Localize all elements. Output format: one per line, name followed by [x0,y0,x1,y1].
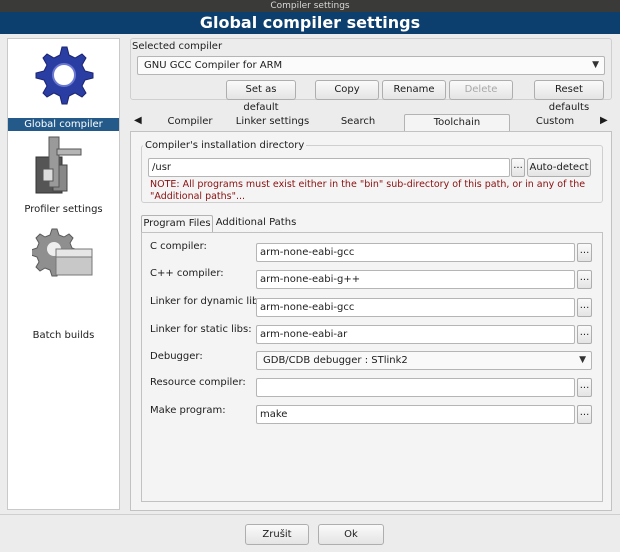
tab-compiler-settings[interactable]: Compiler settings [147,114,233,143]
rename-button[interactable]: Rename [382,80,446,100]
tab-toolchain-executables[interactable]: Toolchain executables [404,114,510,144]
tab-scroll-left-icon[interactable]: ◀ [134,115,142,126]
tab-linker-settings[interactable]: Linker settings [235,114,310,132]
linker-dynamic-input[interactable]: arm-none-eabi-gcc [256,298,575,317]
delete-button[interactable]: Delete [449,80,513,100]
linker-static-input[interactable]: arm-none-eabi-ar [256,325,575,344]
tab-custom-variables[interactable]: Custom variables [516,114,594,143]
page-title: Global compiler settings [0,12,620,34]
linker-dynamic-label: Linker for dynamic libs: [150,296,267,307]
linker-static-label: Linker for static libs: [150,324,252,335]
resource-compiler-input[interactable] [256,378,575,397]
ok-button[interactable]: Ok [318,524,384,545]
reset-defaults-button[interactable]: Reset defaults [534,80,604,113]
tab-additional-paths[interactable]: Additional Paths [215,215,297,233]
linker-static-browse-button[interactable]: ... [577,325,592,344]
sidebar-item-profiler-settings[interactable]: Profiler settings [8,135,119,219]
compiler-select-value: GNU GCC Compiler for ARM [144,60,283,71]
footer-divider [0,514,620,515]
window-title-bar: Compiler settings [0,0,620,12]
sidebar-item-batch-builds[interactable]: Batch builds [8,225,119,341]
cancel-button[interactable]: Zrušit [245,524,309,545]
debugger-select-value: GDB/CDB debugger : STlink2 [263,355,408,366]
gear-box-icon [32,228,93,277]
copy-button[interactable]: Copy [315,80,379,100]
selected-compiler-label: Selected compiler [132,41,223,52]
tab-search-directories[interactable]: Search directories [314,114,402,143]
sidebar-item-label: Global compiler settings [8,118,119,143]
set-as-default-button[interactable]: Set as default [226,80,296,113]
install-dir-browse-button[interactable]: ... [511,158,525,177]
install-dir-input[interactable]: /usr [148,158,510,177]
settings-tab-bar: ◀ Compiler settings Linker settings Sear… [130,114,612,144]
compiler-select[interactable]: GNU GCC Compiler for ARM ▼ [137,56,605,75]
install-dir-note: NOTE: All programs must exist either in … [150,179,586,202]
chevron-down-icon: ▼ [579,355,586,365]
resource-compiler-browse-button[interactable]: ... [577,378,592,397]
gear-icon [35,46,94,105]
c-compiler-browse-button[interactable]: ... [577,243,592,262]
caliper-icon [35,136,82,194]
tab-scroll-right-icon[interactable]: ▶ [600,115,608,126]
tab-program-files[interactable]: Program Files [141,215,213,233]
sidebar-item-label: Batch builds [32,330,95,341]
sidebar-item-global-compiler-settings[interactable]: Global compiler settings [8,39,119,143]
cpp-compiler-input[interactable]: arm-none-eabi-g++ [256,270,575,289]
chevron-down-icon: ▼ [592,60,599,70]
sidebar-item-label: Profiler settings [24,204,103,215]
auto-detect-button[interactable]: Auto-detect [527,158,591,177]
linker-dynamic-browse-button[interactable]: ... [577,298,592,317]
install-dir-label: Compiler's installation directory [143,140,307,151]
debugger-label: Debugger: [150,351,203,362]
make-program-label: Make program: [150,405,226,416]
category-sidebar: Global compiler settings Profiler settin… [7,38,120,510]
make-program-browse-button[interactable]: ... [577,405,592,424]
resource-compiler-label: Resource compiler: [150,377,246,388]
debugger-select[interactable]: GDB/CDB debugger : STlink2 ▼ [256,351,592,370]
c-compiler-input[interactable]: arm-none-eabi-gcc [256,243,575,262]
cpp-compiler-label: C++ compiler: [150,268,224,279]
cpp-compiler-browse-button[interactable]: ... [577,270,592,289]
c-compiler-label: C compiler: [150,241,207,252]
make-program-input[interactable]: make [256,405,575,424]
